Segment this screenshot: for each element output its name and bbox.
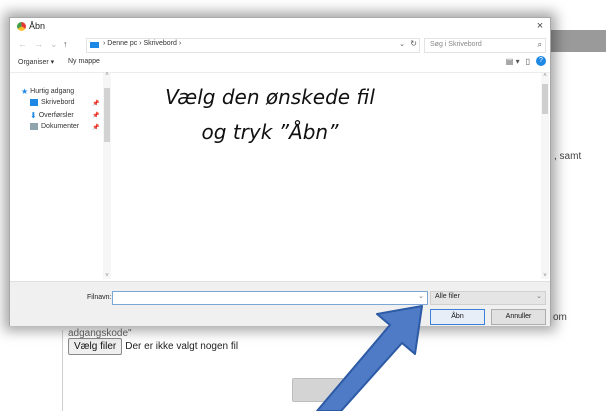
file-type-value: Alle filer	[435, 293, 460, 300]
navigation-bar: ← → ⌄ ↑ › Denne pc › Skrivebord › ⌄ ↻ Sø…	[10, 36, 550, 54]
background-header-bar	[548, 30, 606, 52]
chevron-down-icon: ⌄	[536, 293, 542, 300]
sidebar-item-label: Hurtig adgang	[30, 88, 75, 95]
command-bar: Organiser ▾ Ny mappe ▤ ▾ ▯ ?	[10, 55, 550, 71]
cancel-button[interactable]: Annuller	[491, 309, 546, 325]
recent-locations-icon[interactable]: ⌄	[50, 39, 58, 50]
desktop-icon	[30, 99, 38, 106]
preview-pane-icon[interactable]: ▯	[526, 57, 530, 66]
instruction-line-1: Vælg den ønskede fil	[165, 85, 375, 109]
open-file-dialog: Åbn × ← → ⌄ ↑ › Denne pc › Skrivebord › …	[9, 17, 551, 326]
sidebar-item-quick-access[interactable]: ★ Hurtig adgang	[21, 87, 74, 96]
sidebar-item-desktop[interactable]: Skrivebord	[30, 99, 74, 106]
pin-icon[interactable]: 📌	[92, 112, 99, 119]
background-text-fragment-2: om	[553, 312, 567, 323]
sidebar-item-label: Dokumenter	[41, 123, 80, 130]
back-arrow-icon[interactable]: ←	[18, 39, 27, 49]
new-folder-button[interactable]: Ny mappe	[68, 58, 100, 65]
download-icon: ⬇	[30, 111, 37, 120]
filename-label: Filnavn:	[87, 294, 112, 301]
dialog-title: Åbn	[29, 21, 46, 31]
sidebar-item-downloads[interactable]: ⬇ Overførsler	[30, 111, 74, 120]
pointer-arrow-icon	[316, 305, 423, 411]
close-button[interactable]: ×	[533, 19, 547, 33]
desktop-icon	[90, 42, 99, 48]
scroll-down-icon[interactable]: ˅	[541, 273, 549, 279]
chevron-down-icon[interactable]: ⌄	[418, 292, 424, 300]
dialog-footer: Filnavn: ⌄ Alle filer ⌄ Åbn Annuller	[10, 281, 550, 326]
star-icon: ★	[21, 87, 29, 96]
scrollbar-thumb[interactable]	[542, 84, 548, 114]
breadcrumb[interactable]: › Denne pc › Skrivebord ›	[103, 40, 181, 47]
scrollbar-thumb[interactable]	[104, 88, 110, 142]
sidebar-item-label: Skrivebord	[41, 99, 75, 106]
choose-files-button[interactable]: Vælg filer	[68, 337, 123, 355]
navigation-scrollbar[interactable]: ˄ ˅	[103, 72, 111, 279]
no-file-chosen-text: Der er ikke valgt nogen fil	[125, 340, 239, 352]
view-options-icon[interactable]: ▤ ▾	[506, 57, 520, 66]
chrome-app-icon	[17, 22, 26, 31]
view-controls: ▤ ▾ ▯ ?	[506, 56, 546, 66]
sidebar-item-label: Overførsler	[38, 112, 74, 119]
scroll-down-icon[interactable]: ˅	[103, 273, 111, 279]
background-text-fragment: , samt	[554, 151, 582, 162]
sidebar-item-documents[interactable]: Dokumenter	[30, 123, 79, 130]
background-divider	[62, 330, 63, 411]
file-upload-control: Vælg filer Der er ikke valgt nogen fil	[68, 337, 238, 355]
refresh-icon[interactable]: ↻	[410, 39, 417, 48]
search-input[interactable]: Søg i Skrivebord ⌕	[424, 38, 546, 53]
organize-menu[interactable]: Organiser ▾	[18, 58, 54, 66]
forward-arrow-icon[interactable]: →	[34, 39, 43, 49]
navigation-pane: ★ Hurtig adgang Skrivebord ⬇ Overførsler…	[10, 73, 110, 279]
help-icon[interactable]: ?	[536, 56, 546, 66]
scroll-up-icon[interactable]: ˄	[541, 73, 549, 79]
address-bar[interactable]: › Denne pc › Skrivebord › ⌄ ↻	[86, 38, 420, 53]
pin-icon[interactable]: 📌	[92, 100, 99, 107]
search-icon: ⌕	[537, 40, 542, 49]
instruction-line-2: og tryk ”Åbn”	[201, 120, 339, 144]
arrow-shape	[316, 305, 423, 411]
instruction-text: Vælg den ønskede fil og tryk ”Åbn”	[150, 80, 390, 150]
search-placeholder: Søg i Skrivebord	[430, 41, 482, 48]
chevron-down-icon[interactable]: ⌄	[399, 40, 405, 48]
up-arrow-icon[interactable]: ↑	[63, 39, 68, 49]
file-list-scrollbar[interactable]: ˄ ˅	[541, 73, 549, 279]
pin-icon[interactable]: 📌	[92, 124, 99, 131]
dialog-titlebar: Åbn ×	[10, 18, 550, 35]
scroll-up-icon[interactable]: ˄	[103, 72, 111, 78]
document-icon	[30, 123, 38, 130]
